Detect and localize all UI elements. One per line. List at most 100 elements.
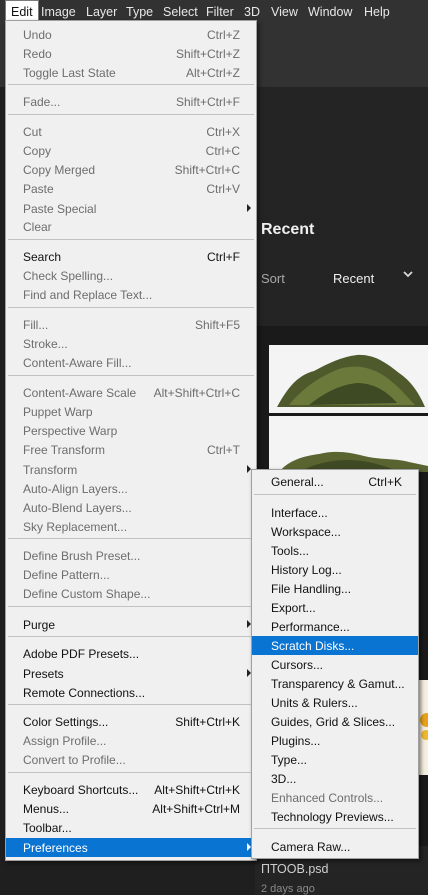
menu-item-shortcut: Alt+Shift+Ctrl+M xyxy=(152,802,240,816)
menu-item-label: Stroke... xyxy=(23,337,68,351)
menu-item-general[interactable]: General... Ctrl+K xyxy=(252,472,418,491)
menu-item-label: Undo xyxy=(23,28,52,42)
menu-item-label: Free Transform xyxy=(23,443,106,457)
menu-item-label: Units & Rulers... xyxy=(271,696,358,710)
menu-item-sky-replacement[interactable]: Sky Replacement... xyxy=(6,517,256,536)
menu-item-interface[interactable]: Interface... xyxy=(252,503,418,522)
menu-item-label: Keyboard Shortcuts... xyxy=(23,783,139,797)
menu-item-guides-grid-and-slices[interactable]: Guides, Grid & Slices... xyxy=(252,712,418,731)
menu-item-units-and-rulers[interactable]: Units & Rulers... xyxy=(252,693,418,712)
menu-item-convert-to-profile[interactable]: Convert to Profile... xyxy=(6,750,256,769)
menu-item-find-and-replace-text[interactable]: Find and Replace Text... xyxy=(6,285,256,304)
menu-item-workspace[interactable]: Workspace... xyxy=(252,522,418,541)
menu-separator xyxy=(8,239,254,240)
menu-item-tools[interactable]: Tools... xyxy=(252,541,418,560)
menu-item-cursors[interactable]: Cursors... xyxy=(252,655,418,674)
menu-separator xyxy=(254,494,416,495)
menu-item-label: Fill... xyxy=(23,318,49,332)
menu-item-content-aware-fill[interactable]: Content-Aware Fill... xyxy=(6,353,256,372)
menu-item-cut[interactable]: Cut Ctrl+X xyxy=(6,122,256,141)
menu-item-remote-connections[interactable]: Remote Connections... xyxy=(6,683,256,702)
menu-item-label: Transparency & Gamut... xyxy=(271,677,405,691)
menu-item-history-log[interactable]: History Log... xyxy=(252,560,418,579)
menu-item-label: Define Brush Preset... xyxy=(23,549,141,563)
menu-item-search[interactable]: Search Ctrl+F xyxy=(6,247,256,266)
menu-item-shortcut: Ctrl+K xyxy=(368,475,402,489)
menu-item-purge[interactable]: Purge xyxy=(6,615,256,634)
menu-item-toolbar[interactable]: Toolbar... xyxy=(6,818,256,837)
menu-item-toggle-last-state[interactable]: Toggle Last State Alt+Ctrl+Z xyxy=(6,63,256,82)
menu-view[interactable]: View xyxy=(266,0,303,24)
menu-item-clear[interactable]: Clear xyxy=(6,217,256,236)
menu-item-color-settings[interactable]: Color Settings... Shift+Ctrl+K xyxy=(6,712,256,731)
menu-item-label: Adobe PDF Presets... xyxy=(23,647,140,661)
menu-item-define-custom-shape[interactable]: Define Custom Shape... xyxy=(6,584,256,603)
file-date: 2 days ago xyxy=(261,883,315,895)
menu-item-preferences[interactable]: Preferences xyxy=(6,838,256,857)
menu-item-shortcut: Shift+Ctrl+K xyxy=(175,715,240,729)
menu-item-shortcut: Shift+F5 xyxy=(194,318,240,332)
menu-item-fill[interactable]: Fill... Shift+F5 xyxy=(6,315,256,334)
menu-item-3d[interactable]: 3D... xyxy=(252,769,418,788)
menu-item-check-spelling[interactable]: Check Spelling... xyxy=(6,266,256,285)
menu-item-type[interactable]: Type... xyxy=(252,750,418,769)
menu-item-file-handling[interactable]: File Handling... xyxy=(252,579,418,598)
menu-item-menus[interactable]: Menus... Alt+Shift+Ctrl+M xyxy=(6,799,256,818)
menu-item-assign-profile[interactable]: Assign Profile... xyxy=(6,731,256,750)
menu-item-technology-previews[interactable]: Technology Previews... xyxy=(252,807,418,826)
menu-help[interactable]: Help xyxy=(359,0,395,24)
menu-item-shortcut: Ctrl+Z xyxy=(207,28,240,42)
menu-item-shortcut: Alt+Shift+Ctrl+C xyxy=(153,386,240,400)
menu-item-auto-blend-layers[interactable]: Auto-Blend Layers... xyxy=(6,498,256,517)
menu-item-free-transform[interactable]: Free Transform Ctrl+T xyxy=(6,440,256,459)
menu-item-plugins[interactable]: Plugins... xyxy=(252,731,418,750)
menu-item-stroke[interactable]: Stroke... xyxy=(6,334,256,353)
menu-item-label: Assign Profile... xyxy=(23,734,107,748)
menu-item-label: Interface... xyxy=(271,506,328,520)
menu-item-enhanced-controls[interactable]: Enhanced Controls... xyxy=(252,788,418,807)
file-thumbnail[interactable] xyxy=(269,345,428,413)
menu-item-define-brush-preset[interactable]: Define Brush Preset... xyxy=(6,546,256,565)
menu-item-auto-align-layers[interactable]: Auto-Align Layers... xyxy=(6,479,256,498)
menu-item-label: Color Settings... xyxy=(23,715,109,729)
menu-item-presets[interactable]: Presets xyxy=(6,664,256,683)
file-thumbnail[interactable] xyxy=(418,680,428,775)
menu-item-export[interactable]: Export... xyxy=(252,598,418,617)
file-name[interactable]: ПТООВ.psd xyxy=(261,862,328,876)
menu-item-label: Copy Merged xyxy=(23,163,96,177)
sort-dropdown[interactable]: Recent xyxy=(333,271,374,286)
menu-item-transform[interactable]: Transform xyxy=(6,460,256,479)
menu-item-perspective-warp[interactable]: Perspective Warp xyxy=(6,421,256,440)
menu-item-keyboard-shortcuts[interactable]: Keyboard Shortcuts... Alt+Shift+Ctrl+K xyxy=(6,780,256,799)
menu-item-puppet-warp[interactable]: Puppet Warp xyxy=(6,402,256,421)
menu-item-fade[interactable]: Fade... Shift+Ctrl+F xyxy=(6,92,256,111)
menu-item-paste-special[interactable]: Paste Special xyxy=(6,199,256,218)
menu-item-shortcut: Ctrl+C xyxy=(205,144,240,158)
menu-item-label: Preferences xyxy=(23,841,88,855)
menu-window[interactable]: Window xyxy=(303,0,357,24)
menu-item-copy[interactable]: Copy Ctrl+C xyxy=(6,141,256,160)
menu-item-scratch-disks[interactable]: Scratch Disks... xyxy=(252,636,418,655)
menu-item-shortcut: Ctrl+V xyxy=(206,182,240,196)
menu-item-label: Define Custom Shape... xyxy=(23,587,151,601)
menu-item-performance[interactable]: Performance... xyxy=(252,617,418,636)
file-thumbnail[interactable] xyxy=(269,416,428,472)
menu-item-redo[interactable]: Redo Shift+Ctrl+Z xyxy=(6,44,256,63)
menu-item-undo[interactable]: Undo Ctrl+Z xyxy=(6,25,256,44)
menu-item-content-aware-scale[interactable]: Content-Aware Scale Alt+Shift+Ctrl+C xyxy=(6,383,256,402)
menu-item-label: Convert to Profile... xyxy=(23,753,126,767)
menu-item-shortcut: Alt+Shift+Ctrl+K xyxy=(154,783,240,797)
menu-separator xyxy=(8,606,254,607)
menu-item-define-pattern[interactable]: Define Pattern... xyxy=(6,565,256,584)
menu-item-label: Camera Raw... xyxy=(271,840,351,854)
menu-item-camera-raw[interactable]: Camera Raw... xyxy=(252,837,418,856)
menu-item-transparency-and-gamut[interactable]: Transparency & Gamut... xyxy=(252,674,418,693)
chevron-down-icon[interactable] xyxy=(402,268,414,283)
menu-item-paste[interactable]: Paste Ctrl+V xyxy=(6,179,256,198)
menu-separator xyxy=(254,828,416,829)
menu-item-copy-merged[interactable]: Copy Merged Shift+Ctrl+C xyxy=(6,160,256,179)
menu-item-label: Clear xyxy=(23,220,52,234)
menu-item-label: Performance... xyxy=(271,620,350,634)
menu-item-adobe-pdf-presets[interactable]: Adobe PDF Presets... xyxy=(6,644,256,663)
menu-separator xyxy=(8,704,254,705)
